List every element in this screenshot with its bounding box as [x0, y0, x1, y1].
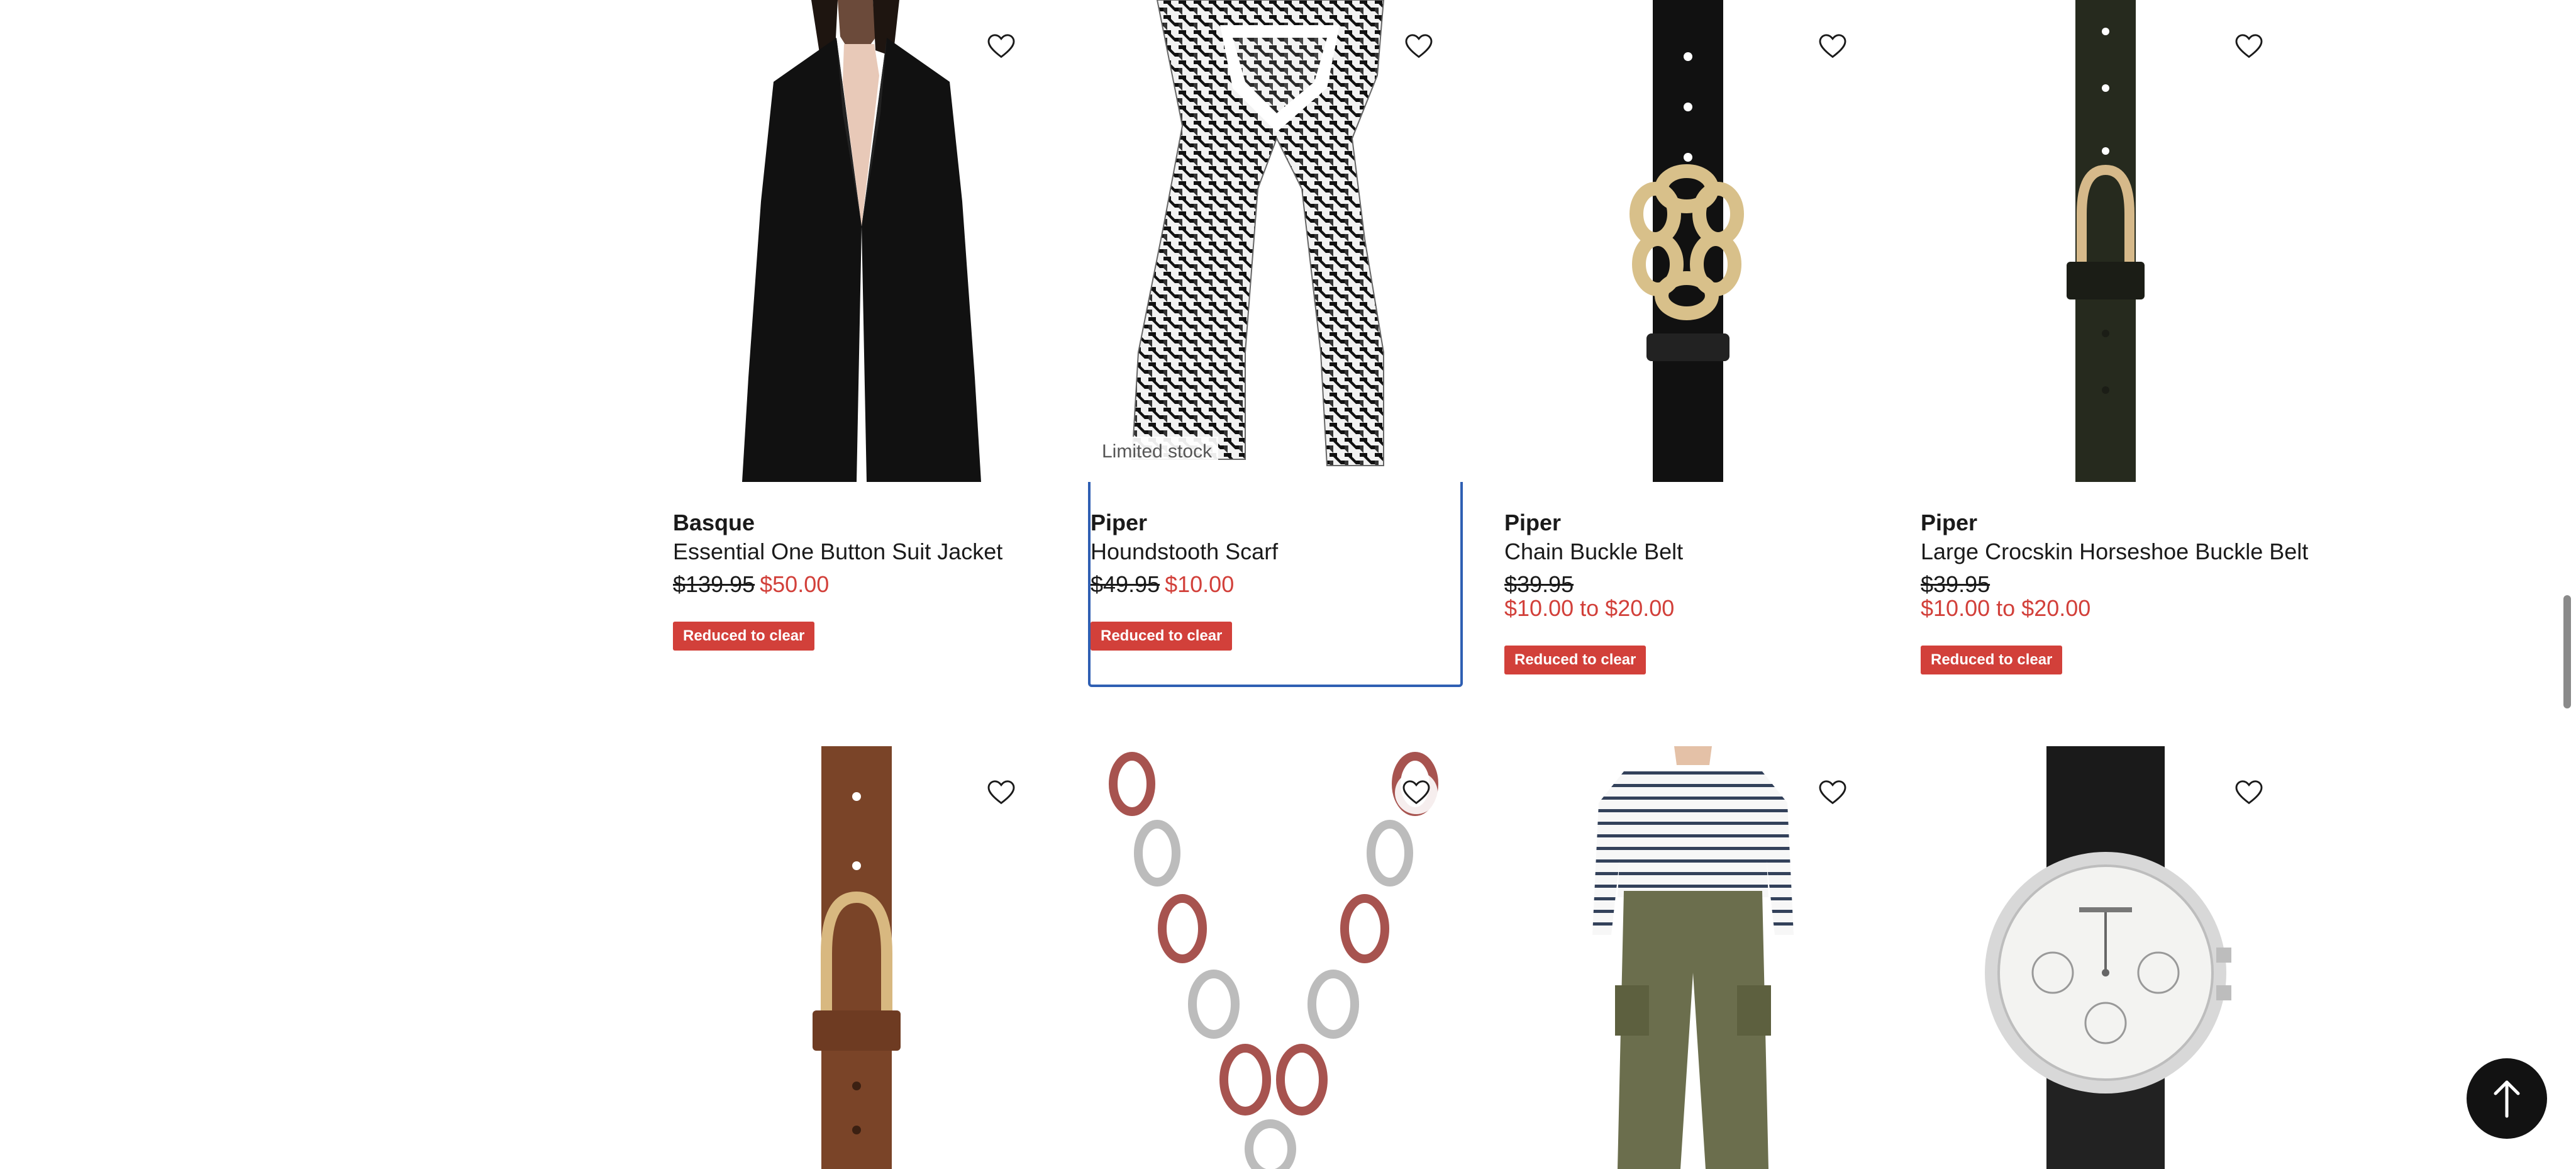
product-brand[interactable]: Piper — [1091, 510, 1147, 536]
sale-price-to: $20.00 — [1605, 595, 1675, 621]
sale-price: $10.00 — [1165, 571, 1235, 597]
product-original-price: $39.95 — [1504, 571, 1579, 598]
product-image[interactable] — [1921, 0, 2296, 482]
sale-price-from: $10.00 — [1504, 595, 1574, 621]
original-price: $139.95 — [673, 571, 755, 597]
product-name[interactable]: Large Crocskin Horseshoe Buckle Belt — [1921, 539, 2308, 565]
wishlist-heart-icon[interactable] — [2228, 771, 2270, 814]
back-to-top-button[interactable] — [2467, 1058, 2547, 1139]
sale-badge: Reduced to clear — [1091, 622, 1233, 651]
range-separator: to — [1996, 595, 2016, 621]
product-card-focused[interactable]: Limited stock Piper Houndstooth Scarf $4… — [1088, 0, 1463, 687]
original-price: $49.95 — [1091, 571, 1160, 597]
product-original-price: $39.95 — [1921, 571, 1995, 598]
original-price: $39.95 — [1504, 571, 1574, 597]
sale-price: $50.00 — [760, 571, 830, 597]
product-price: $139.95 $50.00 — [673, 571, 829, 598]
product-brand[interactable]: Piper — [1504, 510, 1561, 536]
product-image[interactable] — [1504, 0, 1879, 482]
page-scrollbar[interactable] — [2563, 595, 2571, 708]
product-brand[interactable]: Basque — [673, 510, 755, 536]
product-brand[interactable]: Piper — [1921, 510, 1977, 536]
product-sale-range: $10.00 to $20.00 — [1921, 595, 2090, 622]
sale-price-from: $10.00 — [1921, 595, 1990, 621]
product-image[interactable] — [1088, 0, 1463, 482]
range-separator: to — [1580, 595, 1599, 621]
product-sale-range: $10.00 to $20.00 — [1504, 595, 1674, 622]
wishlist-heart-icon[interactable] — [1395, 771, 1438, 814]
sale-badge: Reduced to clear — [1504, 646, 1646, 674]
wishlist-heart-icon[interactable] — [1397, 25, 1440, 68]
original-price: $39.95 — [1921, 571, 1990, 597]
wishlist-heart-icon[interactable] — [2228, 25, 2270, 68]
limited-stock-tag: Limited stock — [1096, 437, 1219, 467]
sale-badge: Reduced to clear — [1921, 646, 2063, 674]
wishlist-heart-icon[interactable] — [980, 25, 1023, 68]
arrow-up-icon — [2494, 1080, 2520, 1118]
wishlist-heart-icon[interactable] — [980, 771, 1023, 814]
product-image[interactable] — [673, 0, 1048, 482]
product-name[interactable]: Essential One Button Suit Jacket — [673, 539, 1002, 565]
wishlist-heart-icon[interactable] — [1811, 771, 1854, 814]
sale-price-to: $20.00 — [2021, 595, 2091, 621]
product-price: $49.95 $10.00 — [1091, 571, 1234, 598]
sale-badge: Reduced to clear — [673, 622, 815, 651]
product-name[interactable]: Chain Buckle Belt — [1504, 539, 1683, 565]
product-name[interactable]: Houndstooth Scarf — [1091, 539, 1278, 565]
wishlist-heart-icon[interactable] — [1811, 25, 1854, 68]
